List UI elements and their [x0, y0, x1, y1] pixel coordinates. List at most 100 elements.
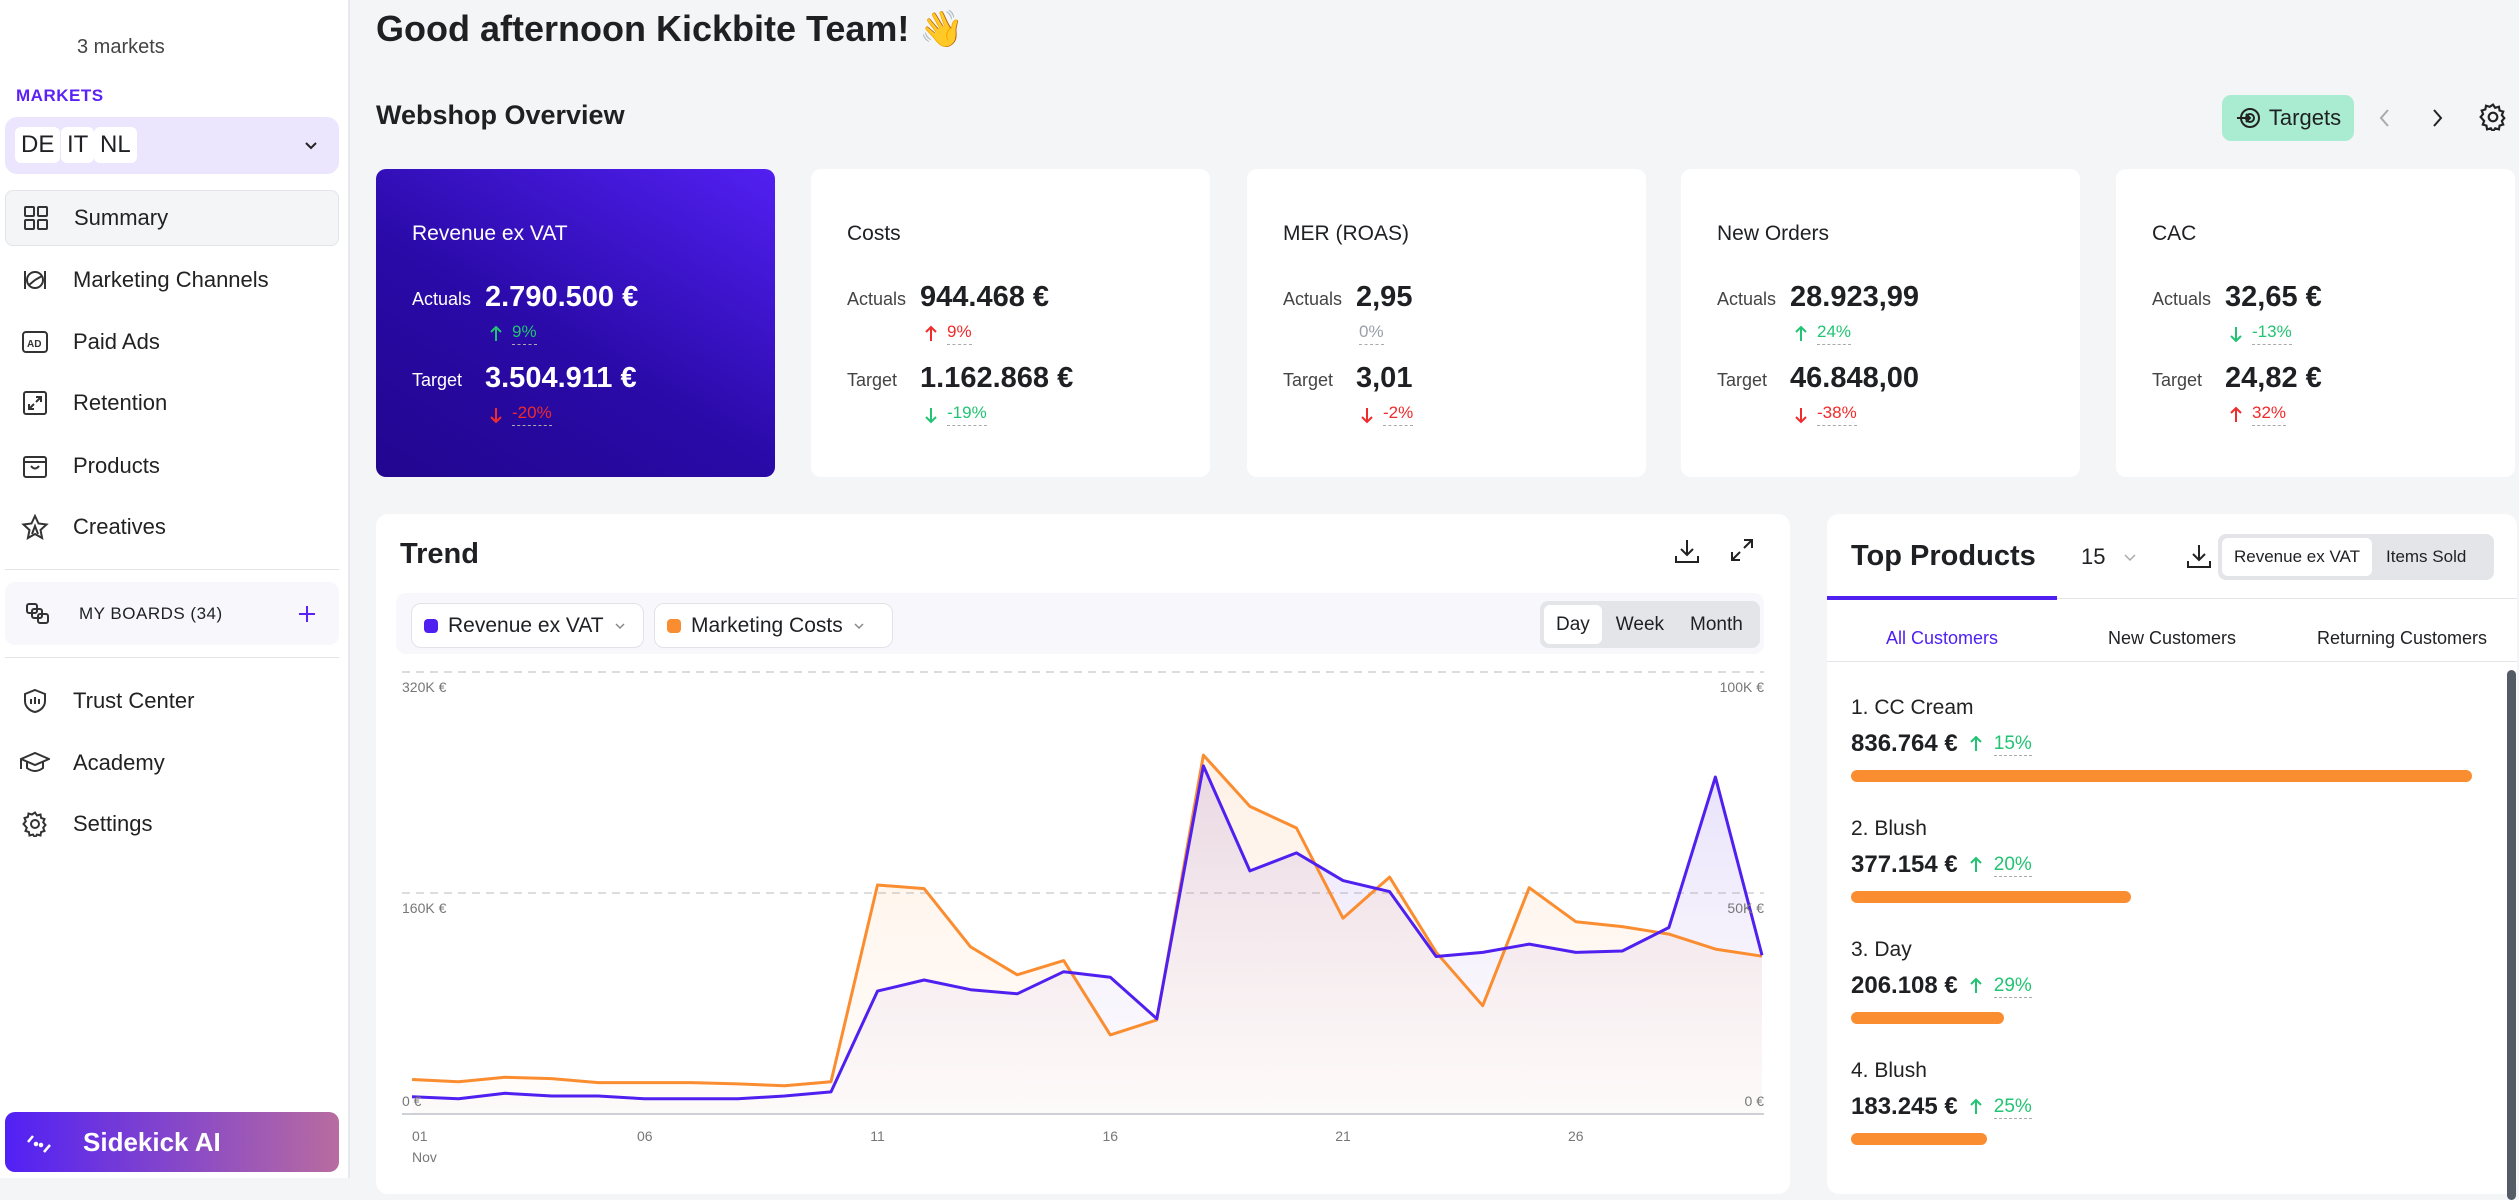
my-boards[interactable]: MY BOARDS (34) [5, 582, 339, 645]
tab-all-customers[interactable]: All Customers [1827, 614, 2057, 661]
target-label: Target [1717, 370, 1767, 391]
x-tick: 06 [637, 1128, 653, 1144]
kpi-title: MER (ROAS) [1283, 222, 1409, 246]
sidebar-item-academy[interactable]: Academy [5, 735, 339, 791]
product-item[interactable]: 4. Blush 183.245 €25% [1851, 1059, 2491, 1145]
arrow-up-icon [1968, 855, 1984, 875]
product-bar [1851, 1133, 1987, 1145]
product-change[interactable]: 25% [1994, 1096, 2032, 1119]
change-value[interactable]: 24% [1817, 322, 1851, 345]
top-products-panel: Top Products 15 Revenue ex VAT Items Sol… [1827, 514, 2517, 1194]
markets-label: MARKETS [16, 86, 104, 106]
sidebar-item-label: Summary [74, 205, 168, 231]
sidebar-item-summary[interactable]: Summary [5, 190, 339, 246]
product-change[interactable]: 29% [1994, 975, 2032, 998]
kpi-card[interactable]: CAC Actuals 32,65 € -13% Target 24,82 € … [2116, 169, 2515, 477]
kpi-card[interactable]: Revenue ex VAT Actuals 2.790.500 € 9% Ta… [376, 169, 775, 477]
change-value[interactable]: -38% [1817, 403, 1857, 426]
sidekick-label: Sidekick AI [83, 1127, 221, 1158]
sidebar-item-marketing-channels[interactable]: Marketing Channels [5, 252, 339, 308]
section-title: Webshop Overview [376, 100, 625, 131]
pie-chart-icon [19, 264, 51, 296]
targets-button[interactable]: Targets [2222, 95, 2354, 141]
product-change[interactable]: 15% [1994, 733, 2032, 756]
sidebar-item-trust-center[interactable]: Trust Center [5, 673, 339, 729]
x-tick: 21 [1335, 1128, 1351, 1144]
change-value[interactable]: -2% [1383, 403, 1413, 426]
target-value: 1.162.868 € [920, 362, 1073, 395]
sidekick-ai-button[interactable]: Sidekick AI [5, 1112, 339, 1172]
star-icon [19, 511, 51, 543]
trend-panel: Trend Revenue ex VAT Marketing Costs Day… [376, 514, 1790, 1194]
shopping-bag-icon [19, 450, 51, 482]
chevron-left-icon[interactable] [2376, 107, 2394, 129]
actuals-value: 944.468 € [920, 281, 1049, 314]
market-selector[interactable]: DE IT NL [5, 117, 339, 174]
sidebar-item-products[interactable]: Products [5, 438, 339, 494]
change-value[interactable]: 9% [512, 322, 537, 345]
toggle-revenue[interactable]: Revenue ex VAT [2222, 538, 2372, 576]
greeting-title: Good afternoon Kickbite Team! 👋 [376, 8, 964, 50]
metric-toggle: Revenue ex VAT Items Sold [2218, 534, 2494, 580]
change-value[interactable]: 9% [947, 322, 972, 345]
actuals-change: 9% [488, 322, 537, 345]
download-icon[interactable] [2186, 543, 2212, 569]
target-label: Target [847, 370, 897, 391]
add-board-icon[interactable] [297, 604, 317, 624]
actuals-change: 24% [1793, 322, 1851, 345]
product-item[interactable]: 2. Blush 377.154 €20% [1851, 817, 2491, 903]
settings-gear-icon[interactable] [2479, 103, 2507, 131]
product-item[interactable]: 1. CC Cream 836.764 €15% [1851, 696, 2491, 782]
toggle-items-sold[interactable]: Items Sold [2374, 538, 2478, 576]
gear-icon [19, 808, 51, 840]
sidebar-divider [5, 569, 339, 570]
sidebar-item-label: Academy [73, 750, 165, 776]
scrollbar[interactable] [2507, 670, 2516, 1200]
wave-emoji-icon: 👋 [919, 8, 964, 49]
tab-returning-customers[interactable]: Returning Customers [2287, 614, 2517, 661]
arrow-up-icon [1968, 1097, 1984, 1117]
y-right-tick: 0 € [1745, 1093, 1765, 1109]
sidebar-item-settings[interactable]: Settings [5, 796, 339, 852]
kpi-card[interactable]: MER (ROAS) Actuals 2,95 0% Target 3,01 -… [1247, 169, 1646, 477]
arrow-up-icon [1968, 734, 1984, 754]
arrow-up-icon [2228, 405, 2244, 425]
x-tick: 01 [412, 1128, 428, 1144]
arrow-up-icon [1968, 976, 1984, 996]
chevron-down-icon [303, 137, 319, 153]
actuals-label: Actuals [2152, 289, 2211, 310]
product-bar [1851, 1012, 2004, 1024]
sidebar-item-paid-ads[interactable]: AD Paid Ads [5, 314, 339, 370]
graduation-cap-icon [19, 747, 51, 779]
kpi-card[interactable]: Costs Actuals 944.468 € 9% Target 1.162.… [811, 169, 1210, 477]
chevron-down-icon [2123, 552, 2137, 562]
product-item[interactable]: 3. Day 206.108 €29% [1851, 938, 2491, 1024]
product-change[interactable]: 20% [1994, 854, 2032, 877]
change-value[interactable]: 0% [1359, 322, 1384, 345]
target-value: 3,01 [1356, 362, 1412, 395]
product-value: 183.245 € [1851, 1093, 1958, 1121]
y-left-tick: 160K € [402, 900, 447, 916]
sidebar-item-retention[interactable]: Retention [5, 375, 339, 431]
change-value[interactable]: -19% [947, 403, 987, 426]
ad-icon: AD [19, 326, 51, 358]
chevron-right-icon[interactable] [2428, 107, 2446, 129]
count-select[interactable]: 15 [2081, 544, 2137, 570]
y-left-tick: 0 € [402, 1093, 422, 1109]
sidebar-item-label: Creatives [73, 514, 166, 540]
target-label: Target [412, 370, 462, 391]
target-value: 24,82 € [2225, 362, 2322, 395]
target-icon [2235, 105, 2261, 131]
retention-icon [19, 387, 51, 419]
change-value[interactable]: -13% [2252, 322, 2292, 345]
kpi-card[interactable]: New Orders Actuals 28.923,99 24% Target … [1681, 169, 2080, 477]
change-value[interactable]: 32% [2252, 403, 2286, 426]
tab-new-customers[interactable]: New Customers [2057, 614, 2287, 661]
sidebar-item-creatives[interactable]: Creatives [5, 499, 339, 555]
actuals-change: 9% [923, 322, 972, 345]
boards-icon [25, 602, 51, 626]
arrow-up-icon [923, 324, 939, 344]
change-value[interactable]: -20% [512, 403, 552, 426]
x-tick: 16 [1102, 1128, 1118, 1144]
actuals-label: Actuals [1717, 289, 1776, 310]
